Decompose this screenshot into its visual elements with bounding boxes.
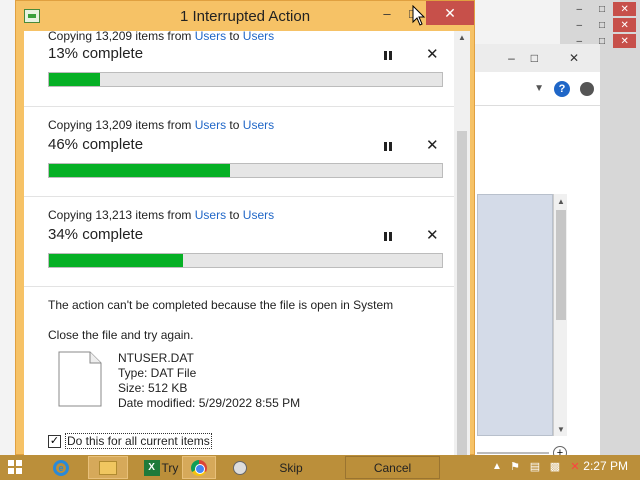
operation-percent: 13% complete [48,45,144,62]
error-message: The action can't be completed because th… [48,298,394,312]
bg-minimize-icon[interactable]: – [568,2,591,16]
pause-icon[interactable] [382,50,394,62]
mouse-cursor-icon [412,5,426,26]
background-browser-window: – □ ✕ ▼ ? ▲ ▼ + file [470,44,600,474]
apply-to-all-checkbox[interactable]: ✓ [48,434,61,448]
progress-bar [48,163,443,178]
minimize-button[interactable]: – [374,1,400,25]
scroll-up-icon[interactable]: ▲ [454,33,470,45]
bg-close-icon[interactable]: ✕ [613,18,637,32]
app-icon [233,460,247,475]
file-date-modified: Date modified: 5/29/2022 8:55 PM [118,396,301,410]
cancel-operation-icon[interactable]: ✕ [426,228,439,243]
divider [24,286,454,287]
network-icon[interactable]: ▤ [528,459,542,473]
zoom-track[interactable] [477,452,549,454]
bg-close-icon[interactable]: ✕ [613,2,637,16]
apply-to-all-row[interactable]: ✓ Do this for all current items [48,433,212,449]
progress-bar [48,72,443,87]
destination-folder-link[interactable]: Users [243,118,274,132]
bg-close-icon[interactable]: ✕ [613,34,637,48]
dialog-titlebar[interactable]: 1 Interrupted Action – □ ✕ [16,1,474,31]
browser-titlebar: – □ ✕ [471,44,600,72]
help-icon[interactable]: ? [554,80,570,97]
divider [24,106,454,107]
cancel-button[interactable]: Cancel [345,456,440,479]
pause-icon[interactable] [382,141,394,153]
system-tray: ▲ ⚑ ▤ ▩ ✕ [492,459,582,473]
bg-maximize-icon[interactable]: □ [591,18,614,32]
profile-icon[interactable] [580,81,594,96]
browser-scrollbar[interactable]: ▲ ▼ [553,194,567,436]
progress-bar [48,253,443,268]
interrupted-action-dialog: 1 Interrupted Action – □ ✕ ▲ Copying 13,… [15,0,475,456]
cancel-operation-icon[interactable]: ✕ [426,138,439,153]
cancel-label: Cancel [373,460,412,475]
operation-description: Copying 13,209 items from Users to Users [48,118,275,132]
progress-fill [49,164,230,177]
apply-to-all-label[interactable]: Do this for all current items [65,433,212,449]
bg-maximize-icon[interactable]: □ [591,2,614,16]
background-window-controls: – □ ✕ [568,18,637,32]
source-folder-link[interactable]: Users [195,118,226,132]
dialog-body: ▲ Copying 13,209 items from Users to Use… [24,31,470,456]
pause-icon[interactable] [382,231,394,243]
browser-close-icon[interactable]: ✕ [554,44,594,72]
bg-minimize-icon[interactable]: – [568,18,591,32]
taskbar-internet-explorer[interactable]: e [44,456,78,479]
progress-fill [49,254,183,267]
browser-toolbar: ▼ ? [471,72,600,106]
browser-maximize-icon[interactable]: □ [531,51,538,65]
operation-description: Copying 13,209 items from Users to Users [48,31,275,43]
scroll-thumb[interactable] [556,210,566,320]
background-window-controls: – □ ✕ [568,2,637,16]
volume-muted-icon[interactable]: ✕ [568,459,582,473]
excel-icon: X [143,459,160,476]
taskbar-clock[interactable]: 2:27 PM [583,459,628,473]
operation-description: Copying 13,213 items from Users to Users [48,208,275,222]
destination-folder-link[interactable]: Users [243,208,274,222]
divider [24,196,454,197]
taskbar-excel[interactable]: X Try [142,456,180,479]
taskbar-app[interactable] [222,456,258,479]
copy-operation: Copying 13,213 items from Users to Users… [24,208,454,288]
scroll-up-icon[interactable]: ▲ [554,194,568,208]
skip-button[interactable]: Skip [262,456,320,479]
close-button[interactable]: ✕ [426,1,474,25]
copy-operation: Copying 13,209 items from Users to Users… [24,118,454,198]
progress-fill [49,73,101,86]
show-hidden-icons-icon[interactable]: ▲ [492,461,502,472]
start-windows-icon[interactable] [8,460,22,474]
skip-label: Skip [279,460,303,475]
flag-icon[interactable]: ⚑ [508,459,522,473]
internet-explorer-icon: e [53,459,69,476]
destination-folder-link[interactable]: Users [243,31,274,43]
dialog-scrollbar[interactable]: ▲ [454,31,470,456]
scroll-thumb[interactable] [457,131,467,456]
file-type: Type: DAT File [118,366,197,380]
instruction-text: Close the file and try again. [48,328,194,342]
source-folder-link[interactable]: Users [195,208,226,222]
chevron-down-icon[interactable]: ▼ [534,83,544,94]
file-name: NTUSER.DAT [118,351,194,365]
copy-operation: Copying 13,209 items from Users to Users… [24,31,454,109]
operation-percent: 34% complete [48,226,144,243]
display-icon[interactable]: ▩ [548,459,562,473]
scroll-down-icon[interactable]: ▼ [554,422,568,436]
browser-minimize-icon[interactable]: – [508,51,515,65]
file-document-icon [58,351,102,407]
source-folder-link[interactable]: Users [195,31,226,43]
cancel-operation-icon[interactable]: ✕ [426,47,439,62]
folder-icon [99,460,117,475]
taskbar: e X Try Skip Cancel ▲ ⚑ ▤ ▩ ✕ 2:27 PM [0,455,640,480]
operation-percent: 46% complete [48,136,144,153]
taskbar-excel-label: Try [161,460,179,475]
taskbar-file-explorer[interactable] [88,456,128,479]
file-size: Size: 512 KB [118,381,188,395]
file-details: NTUSER.DAT Type: DAT File Size: 512 KB D… [118,351,300,411]
taskbar-chrome[interactable] [182,456,216,479]
chrome-icon [191,459,207,476]
browser-content-panel [477,194,553,436]
